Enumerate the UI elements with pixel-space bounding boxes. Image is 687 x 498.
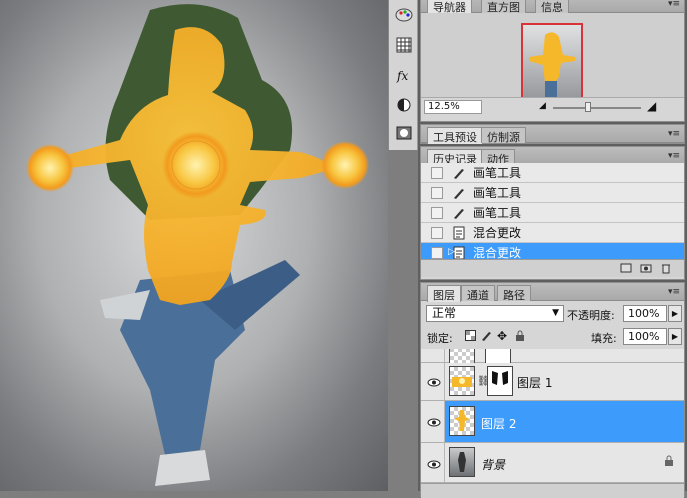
docked-panel-icon-strip: fx <box>388 0 418 150</box>
document-icon <box>451 225 467 241</box>
history-item[interactable]: 混合更改 <box>421 223 684 243</box>
mask-icon[interactable] <box>393 122 415 144</box>
panel-menu-icon[interactable]: ▾≡ <box>664 286 680 298</box>
history-snapshot-checkbox[interactable] <box>431 166 443 179</box>
layers-blend-row: 正常 ▼ 不透明度: 100% ▶ <box>421 301 684 325</box>
layer-row[interactable] <box>421 349 684 365</box>
tool-presets-panel: 工具预设 仿制源 ▾≡ <box>420 124 685 144</box>
history-panel: 历史记录 动作 ▾≡ 画笔工具 画笔工具 画笔工具 混合更改 ▷ 混合更改 <box>420 146 685 280</box>
panel-dock: 导航器 直方图 信息 ▾≡ 12.5% ◢ ◢ 工具预设 仿制源 ▾≡ 历史记录… <box>418 0 687 498</box>
layer-thumbnail <box>449 366 475 396</box>
tab-clone-source[interactable]: 仿制源 <box>481 127 526 144</box>
tab-info[interactable]: 信息 <box>535 0 569 14</box>
new-snapshot-icon[interactable] <box>640 262 652 277</box>
eye-icon[interactable] <box>425 415 443 429</box>
navigator-tabbar: 导航器 直方图 信息 ▾≡ <box>421 0 684 14</box>
opacity-input[interactable]: 100% <box>623 305 667 322</box>
layer-visibility-column <box>421 349 445 362</box>
brush-icon <box>451 165 467 181</box>
layers-lock-row: 锁定: ✥ 填充: 100% ▶ <box>421 325 684 349</box>
canvas-artwork <box>26 4 369 486</box>
lock-position-move-icon[interactable]: ✥ <box>497 329 507 343</box>
history-item-label: 混合更改 <box>473 226 522 240</box>
history-item-label: 画笔工具 <box>473 206 522 220</box>
layers-tabbar: 图层 通道 路径 ▾≡ <box>421 283 684 302</box>
history-item-label: 混合更改 <box>473 246 522 259</box>
panel-menu-icon[interactable]: ▾≡ <box>664 128 680 140</box>
navigator-zoom-row: 12.5% ◢ ◢ <box>421 97 684 115</box>
layer-thumbnail <box>449 447 475 477</box>
navigator-preview-area <box>421 13 684 111</box>
lock-label: 锁定: <box>427 332 453 345</box>
history-item[interactable]: 画笔工具 <box>421 183 684 203</box>
blend-mode-value: 正常 <box>432 306 457 320</box>
swatches-icon[interactable] <box>393 34 415 56</box>
zoom-in-icon[interactable]: ◢ <box>647 99 656 113</box>
layer-row-selected[interactable]: 图层 2 <box>421 401 684 443</box>
lock-icon <box>664 455 674 469</box>
fill-label: 填充: <box>591 332 617 345</box>
layers-list: ⛓ 图层 1 图层 2 背景 <box>421 349 684 498</box>
brush-icon <box>451 185 467 201</box>
history-footer <box>421 259 684 277</box>
tab-histogram[interactable]: 直方图 <box>481 0 526 14</box>
zoom-slider-thumb[interactable] <box>585 102 591 112</box>
opacity-arrow-button[interactable]: ▶ <box>668 305 682 322</box>
history-item-selected[interactable]: ▷ 混合更改 <box>421 243 684 259</box>
panel-menu-icon[interactable]: ▾≡ <box>664 150 680 162</box>
layers-panel: 图层 通道 路径 ▾≡ 正常 ▼ 不透明度: 100% ▶ 锁定: ✥ 填充: … <box>420 282 685 498</box>
history-list: 画笔工具 画笔工具 画笔工具 混合更改 ▷ 混合更改 <box>421 163 684 259</box>
history-item[interactable]: 画笔工具 <box>421 203 684 223</box>
fill-input[interactable]: 100% <box>623 328 667 345</box>
history-item-label: 画笔工具 <box>473 166 522 180</box>
new-document-from-state-icon[interactable] <box>620 262 632 277</box>
eye-icon[interactable] <box>425 457 443 471</box>
history-item[interactable]: 画笔工具 <box>421 163 684 183</box>
history-state-pointer-icon: ▷ <box>448 247 455 257</box>
tool-presets-tabbar: 工具预设 仿制源 ▾≡ <box>421 125 684 144</box>
adjustments-icon[interactable] <box>393 94 415 116</box>
trash-icon[interactable] <box>660 262 672 277</box>
zoom-percentage-input[interactable]: 12.5% <box>424 100 482 114</box>
layer-row[interactable]: 背景 <box>421 443 684 483</box>
layer-name: 图层 2 <box>481 417 517 431</box>
svg-text:fx: fx <box>396 69 408 83</box>
opacity-label: 不透明度: <box>567 309 615 322</box>
zoom-out-icon[interactable]: ◢ <box>539 101 546 111</box>
history-snapshot-checkbox[interactable] <box>431 246 443 259</box>
color-palette-icon[interactable] <box>393 4 415 26</box>
tab-layers[interactable]: 图层 <box>427 285 461 302</box>
tab-tool-presets[interactable]: 工具预设 <box>427 127 483 144</box>
tab-paths[interactable]: 路径 <box>497 285 531 302</box>
history-snapshot-checkbox[interactable] <box>431 186 443 199</box>
panel-menu-icon[interactable]: ▾≡ <box>664 0 680 10</box>
layer-row[interactable]: ⛓ 图层 1 <box>421 363 684 401</box>
tab-navigator[interactable]: 导航器 <box>427 0 472 14</box>
navigator-panel: 导航器 直方图 信息 ▾≡ 12.5% ◢ ◢ <box>420 0 685 122</box>
document-canvas[interactable] <box>0 0 388 491</box>
layer-name: 背景 <box>481 458 506 472</box>
blend-mode-select[interactable]: 正常 ▼ <box>426 305 564 322</box>
lock-pixels-brush-icon[interactable] <box>481 330 492 344</box>
eye-icon[interactable] <box>425 375 443 389</box>
tab-channels[interactable]: 通道 <box>461 285 495 302</box>
layer-mask-thumbnail <box>487 366 513 396</box>
zoom-slider-track[interactable] <box>553 107 641 109</box>
layer-name: 图层 1 <box>517 376 553 390</box>
lock-all-icon[interactable] <box>515 330 525 344</box>
history-item-label: 画笔工具 <box>473 186 522 200</box>
lock-transparent-icon[interactable] <box>465 330 476 344</box>
history-snapshot-checkbox[interactable] <box>431 206 443 219</box>
layer-thumbnail <box>449 406 475 436</box>
brush-icon <box>451 205 467 221</box>
fill-arrow-button[interactable]: ▶ <box>668 328 682 345</box>
history-snapshot-checkbox[interactable] <box>431 226 443 239</box>
chevron-down-icon: ▼ <box>552 308 559 318</box>
fx-styles-icon[interactable]: fx <box>393 64 415 86</box>
